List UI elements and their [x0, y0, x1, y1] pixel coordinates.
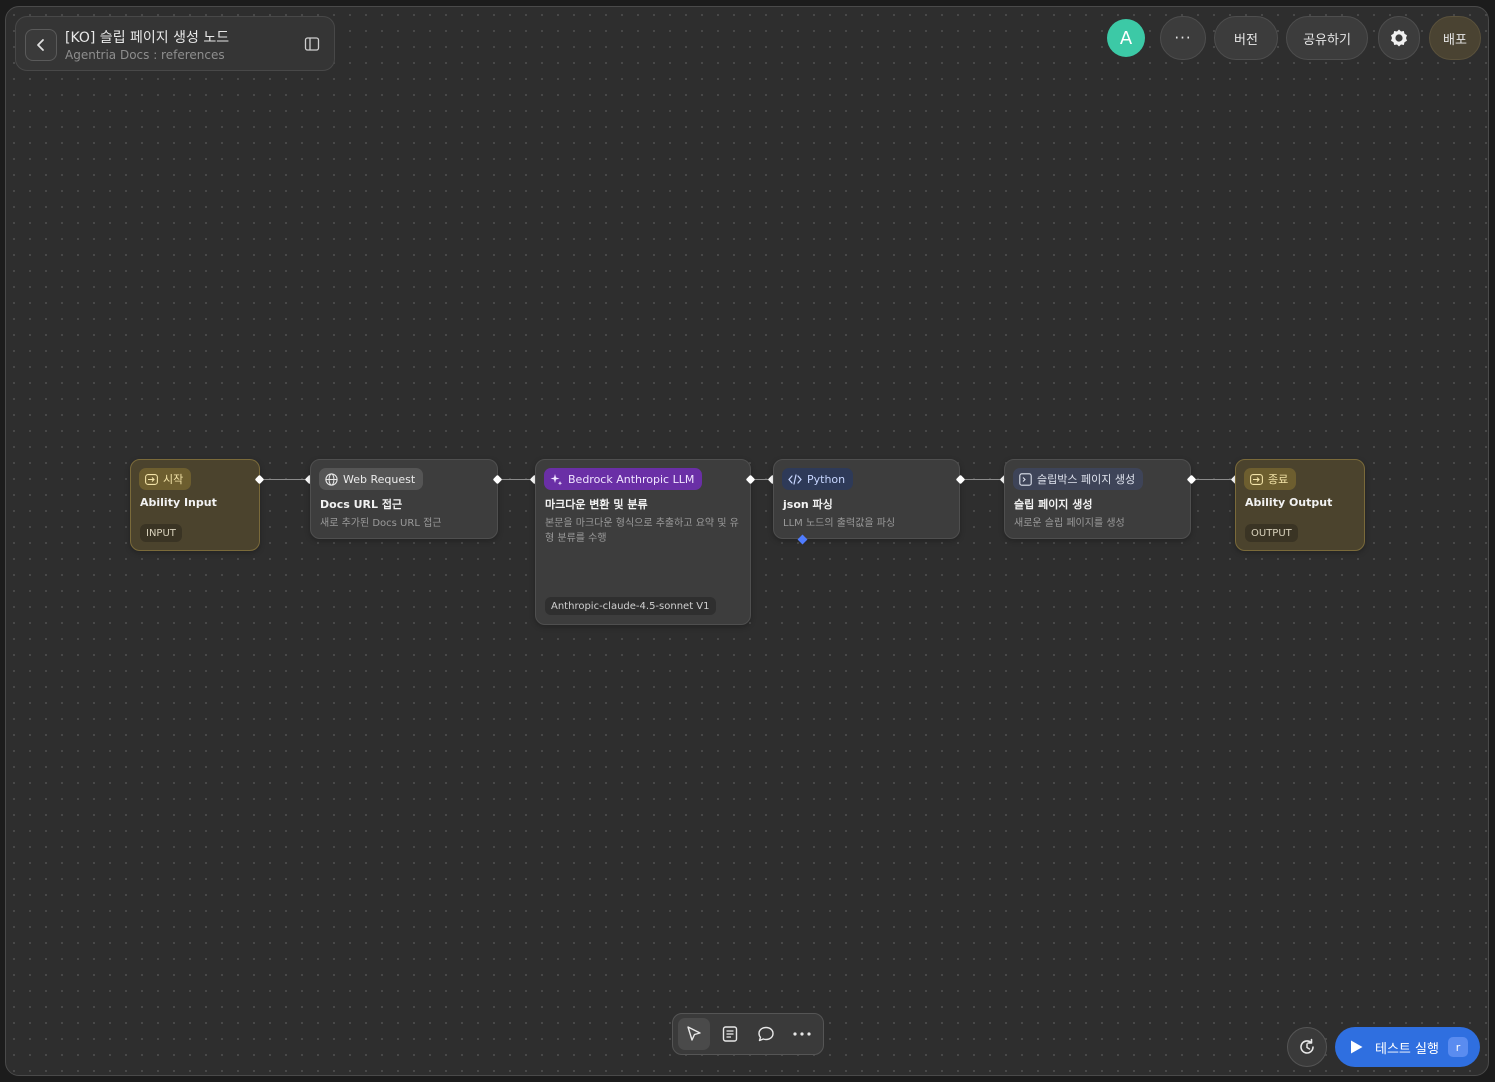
- play-icon: [1351, 1040, 1363, 1054]
- node-ability-input[interactable]: 시작 Ability Input INPUT: [130, 459, 260, 551]
- page-title: [KO] 슬립 페이지 생성 노드: [65, 30, 230, 46]
- edge-web-llm: [498, 479, 534, 480]
- shortcut-key: r: [1448, 1037, 1468, 1057]
- version-button[interactable]: 버전: [1214, 16, 1278, 60]
- gear-icon: [1391, 29, 1407, 47]
- node-title: Ability Input: [140, 496, 217, 509]
- node-badge-label: Bedrock Anthropic LLM: [568, 472, 695, 486]
- node-badge: Bedrock Anthropic LLM: [544, 468, 703, 490]
- node-slipbox-page[interactable]: 슬립박스 페이지 생성 슬립 페이지 생성 새로운 슬립 페이지를 생성: [1004, 459, 1191, 539]
- node-bedrock-llm[interactable]: Bedrock Anthropic LLM 마크다운 변환 및 분류 본문을 마…: [535, 459, 751, 625]
- test-run-label: 테스트 실행: [1375, 1041, 1439, 1057]
- sidebar-toggle-icon[interactable]: [304, 36, 320, 52]
- canvas-toolbar: [672, 1013, 824, 1055]
- note-tool-button[interactable]: [714, 1018, 746, 1050]
- node-ability-output[interactable]: 종료 Ability Output OUTPUT: [1235, 459, 1365, 551]
- node-title: 슬립 페이지 생성: [1014, 498, 1093, 511]
- node-description: LLM 노드의 출력값을 파싱: [783, 518, 896, 529]
- logout-icon: [1250, 473, 1263, 485]
- node-title: 마크다운 변환 및 분류: [545, 498, 648, 511]
- settings-button[interactable]: [1378, 16, 1420, 60]
- node-description: 본문을 마크다운 형식으로 추출하고 요약 및 유형 분류를 수행: [545, 518, 739, 544]
- cursor-icon: [687, 1026, 701, 1041]
- node-badge: 종료: [1244, 468, 1297, 490]
- node-badge: 시작: [139, 468, 192, 490]
- node-badge: Web Request: [319, 468, 424, 490]
- node-python[interactable]: Python json 파싱 LLM 노드의 출력값을 파싱: [773, 459, 960, 539]
- node-badge-label: Python: [807, 472, 846, 486]
- edge-slip-output: [1191, 479, 1235, 480]
- node-tag: OUTPUT: [1245, 524, 1298, 542]
- model-tag: Anthropic-claude-4.5-sonnet V1: [545, 597, 716, 615]
- code-icon: [788, 473, 802, 485]
- avatar[interactable]: A: [1107, 19, 1145, 57]
- page-icon: [1019, 472, 1032, 486]
- edge-input-web: [260, 479, 309, 480]
- select-tool-button[interactable]: [678, 1018, 710, 1050]
- globe-icon: [325, 472, 338, 486]
- more-options-button[interactable]: ···: [1160, 16, 1206, 60]
- edge-python-slip: [960, 479, 1004, 480]
- node-web-request[interactable]: Web Request Docs URL 접근 새로 추가된 Docs URL …: [310, 459, 498, 539]
- share-button[interactable]: 공유하기: [1286, 16, 1368, 60]
- ellipsis-icon: [793, 1032, 811, 1036]
- node-badge-label: Web Request: [343, 472, 416, 486]
- node-badge: 슬립박스 페이지 생성: [1013, 468, 1144, 490]
- login-icon: [145, 473, 158, 485]
- page-subtitle: Agentria Docs : references: [65, 48, 225, 62]
- node-badge-label: 시작: [163, 473, 184, 486]
- workflow-canvas[interactable]: [KO] 슬립 페이지 생성 노드 Agentria Docs : refere…: [5, 6, 1489, 1076]
- node-title: json 파싱: [783, 498, 833, 511]
- node-badge-label: 슬립박스 페이지 생성: [1037, 473, 1136, 486]
- node-title: Docs URL 접근: [320, 498, 403, 511]
- deploy-button[interactable]: 배포: [1429, 16, 1481, 60]
- node-title: Ability Output: [1245, 496, 1333, 509]
- node-description: 새로운 슬립 페이지를 생성: [1014, 518, 1125, 529]
- back-button[interactable]: [25, 29, 57, 61]
- note-icon: [722, 1026, 738, 1042]
- node-badge: Python: [782, 468, 854, 490]
- comment-tool-button[interactable]: [750, 1018, 782, 1050]
- node-badge-label: 종료: [1268, 473, 1289, 486]
- history-icon: [1300, 1038, 1314, 1054]
- workflow-title-card: [KO] 슬립 페이지 생성 노드 Agentria Docs : refere…: [15, 16, 335, 71]
- node-tag: INPUT: [140, 524, 182, 542]
- more-tools-button[interactable]: [786, 1018, 818, 1050]
- node-description: 새로 추가된 Docs URL 접근: [320, 518, 442, 529]
- chevron-left-icon: [37, 39, 44, 51]
- comment-icon: [758, 1026, 774, 1042]
- run-history-button[interactable]: [1287, 1027, 1327, 1067]
- sparkle-icon: [550, 473, 563, 485]
- test-run-button[interactable]: 테스트 실행 r: [1335, 1027, 1480, 1067]
